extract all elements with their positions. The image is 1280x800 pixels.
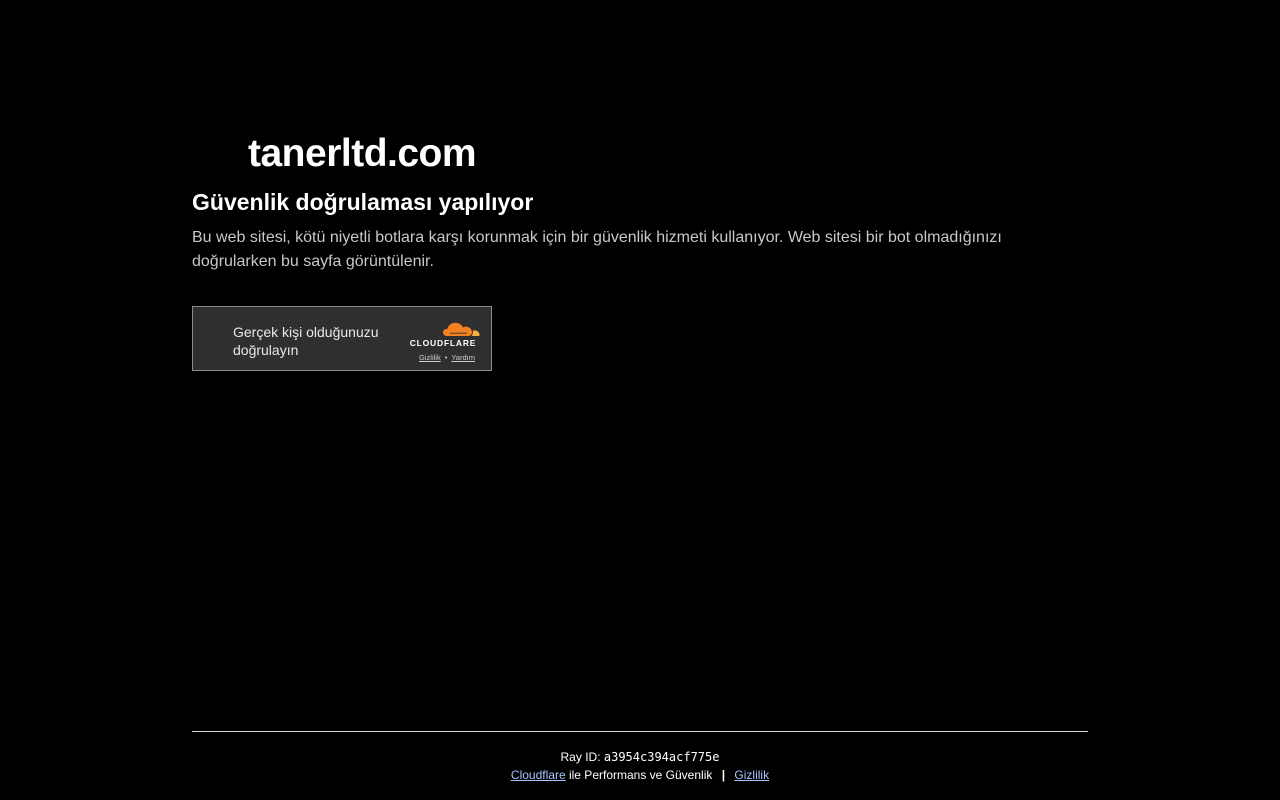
cloudflare-wordmark: CLOUDFLARE [409, 338, 477, 348]
turnstile-widget[interactable]: Gerçek kişi olduğunuzu doğrulayın CLOUDF… [192, 306, 492, 371]
ray-id-label: Ray ID: [560, 750, 601, 764]
verify-human-checkbox-label[interactable]: Gerçek kişi olduğunuzu doğrulayın [233, 323, 403, 359]
main-content: tanerltd.com Güvenlik doğrulaması yapılı… [192, 130, 1088, 371]
widget-privacy-link[interactable]: Gizlilik [419, 353, 441, 362]
widget-help-link[interactable]: Yardım [451, 353, 475, 362]
footer-separator: | [721, 768, 726, 782]
site-header: tanerltd.com [192, 130, 1088, 178]
footer-divider [192, 731, 1088, 732]
footer: Ray ID: a3954c394acf775e Cloudflare ile … [192, 748, 1088, 784]
footer-performance-text: ile Performans ve Güvenlik [568, 768, 713, 782]
cloudflare-logo-icon [443, 322, 480, 336]
challenge-page: tanerltd.com Güvenlik doğrulaması yapılı… [0, 0, 1280, 800]
ray-id-value: a3954c394acf775e [603, 750, 720, 764]
widget-link-separator: • [444, 353, 448, 362]
ray-id-line: Ray ID: a3954c394acf775e [192, 748, 1088, 766]
widget-links: Gizlilik • Yardım [419, 353, 475, 363]
site-name: tanerltd.com [248, 132, 477, 175]
site-favicon-placeholder [192, 138, 248, 170]
challenge-description: Bu web sitesi, kötü niyetli botlara karş… [192, 229, 1002, 270]
footer-privacy-link[interactable]: Gizlilik [734, 768, 769, 782]
page-title: Güvenlik doğrulaması yapılıyor [192, 189, 534, 215]
footer-links-line: Cloudflare ile Performans ve Güvenlik | … [192, 766, 1088, 784]
cloudflare-branding: CLOUDFLARE Gizlilik • Yardım [403, 319, 483, 363]
footer-cloudflare-link[interactable]: Cloudflare [511, 768, 566, 782]
